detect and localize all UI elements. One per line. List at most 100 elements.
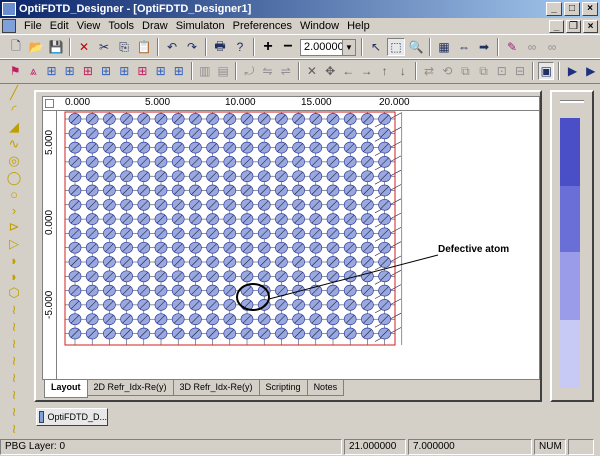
wafer-icon[interactable]: ⩓: [25, 62, 41, 80]
menu-tools[interactable]: Tools: [104, 20, 138, 32]
layer4-icon[interactable]: ⊞: [98, 62, 114, 80]
link-icon[interactable]: ∞: [523, 38, 541, 56]
maximize-button[interactable]: □: [564, 2, 580, 16]
tab-layout[interactable]: Layout: [44, 380, 88, 398]
fit-icon[interactable]: ⇔: [455, 38, 473, 56]
sbend-icon[interactable]: ∿: [5, 136, 23, 152]
shrink-icon[interactable]: ✕: [304, 62, 320, 80]
layer-icon[interactable]: ⊞: [43, 62, 59, 80]
merge-icon[interactable]: ⧉: [476, 62, 492, 80]
waveguide-icon[interactable]: ⚑: [7, 62, 23, 80]
doc-minimize-button[interactable]: _: [549, 19, 564, 33]
paste-icon[interactable]: 📋: [135, 38, 153, 56]
copy-icon[interactable]: ⎘: [115, 38, 133, 56]
save-icon[interactable]: 💾: [47, 38, 65, 56]
layer8-icon[interactable]: ⊞: [171, 62, 187, 80]
redo-icon[interactable]: ↷: [183, 38, 201, 56]
layout-canvas[interactable]: 0.000 5.000 10.000 15.000 20.000 5.000 0…: [42, 96, 540, 380]
document-tab[interactable]: OptiFDTD_D...: [36, 408, 108, 426]
unlink-icon[interactable]: ∞: [543, 38, 561, 56]
half-circle-icon[interactable]: ◗: [5, 253, 23, 268]
help-icon[interactable]: ?: [231, 38, 249, 56]
layer3-icon[interactable]: ⊞: [80, 62, 96, 80]
document-icon: [39, 411, 45, 423]
menu-window[interactable]: Window: [296, 20, 343, 32]
menu-draw[interactable]: Draw: [138, 20, 172, 32]
curve2-icon[interactable]: ≀: [5, 319, 23, 335]
tab-scripting[interactable]: Scripting: [258, 380, 308, 396]
select-icon[interactable]: ⬚: [387, 38, 405, 56]
status-layer: PBG Layer: 0: [0, 439, 342, 455]
arrow-tool-icon[interactable]: ➡: [475, 38, 493, 56]
layer6-icon[interactable]: ⊞: [134, 62, 150, 80]
magnifier-icon[interactable]: 🔍: [407, 38, 425, 56]
menu-edit[interactable]: Edit: [46, 20, 73, 32]
document-icon[interactable]: [2, 19, 16, 33]
curve3-icon[interactable]: ≀: [5, 336, 23, 352]
grid-icon[interactable]: ▦: [435, 38, 453, 56]
align-center-icon[interactable]: ▤: [215, 62, 231, 80]
tab-2d-refr-idx[interactable]: 2D Refr_Idx-Re(y): [86, 380, 174, 396]
zoom-out-icon[interactable]: −: [279, 38, 297, 56]
arc-waveguide-icon[interactable]: ◜: [5, 102, 23, 118]
close-button[interactable]: ×: [582, 2, 598, 16]
menu-simulation[interactable]: Simulaton: [172, 20, 229, 32]
rotate-icon[interactable]: ⤾: [241, 62, 257, 80]
group-icon[interactable]: ⊡: [494, 62, 510, 80]
curve5-icon[interactable]: ≀: [5, 370, 23, 386]
delete-icon[interactable]: ✕: [75, 38, 93, 56]
menu-view[interactable]: View: [73, 20, 105, 32]
curve8-icon[interactable]: ≀: [5, 421, 23, 437]
doc-close-button[interactable]: ×: [583, 19, 598, 33]
undo-icon[interactable]: ↶: [163, 38, 181, 56]
wand-icon[interactable]: ✎: [503, 38, 521, 56]
polygon-icon[interactable]: ⬡: [5, 285, 23, 301]
layer5-icon[interactable]: ⊞: [116, 62, 132, 80]
arrow-right-tool-icon[interactable]: ›: [5, 203, 23, 218]
layer7-icon[interactable]: ⊞: [153, 62, 169, 80]
run-3d-icon[interactable]: ▶: [583, 62, 599, 80]
doc-restore-button[interactable]: ❐: [566, 19, 581, 33]
run-simulation-icon[interactable]: ▶: [564, 62, 580, 80]
arrow-up-icon[interactable]: ↑: [377, 62, 393, 80]
arrow-down-icon[interactable]: ↓: [395, 62, 411, 80]
d-shape-icon[interactable]: ◗: [5, 269, 23, 284]
split-icon[interactable]: ⧉: [457, 62, 473, 80]
menu-file[interactable]: File: [20, 20, 46, 32]
align-left-icon[interactable]: ▥: [197, 62, 213, 80]
menu-preferences[interactable]: Preferences: [229, 20, 296, 32]
flip-v-icon[interactable]: ⇌: [278, 62, 294, 80]
tab-3d-refr-idx[interactable]: 3D Refr_Idx-Re(y): [172, 380, 260, 396]
curve4-icon[interactable]: ≀: [5, 353, 23, 369]
arrow-left-icon[interactable]: ←: [340, 62, 356, 80]
cut-icon[interactable]: ✂: [95, 38, 113, 56]
new-file-icon[interactable]: 🗋: [7, 38, 25, 56]
pointer-icon[interactable]: ↖: [367, 38, 385, 56]
curve7-icon[interactable]: ≀: [5, 404, 23, 420]
print-icon[interactable]: 🖶: [211, 38, 229, 56]
menu-help[interactable]: Help: [343, 20, 374, 32]
ellipse-icon[interactable]: ◯: [5, 170, 23, 186]
ring-icon[interactable]: ◎: [5, 153, 23, 169]
swap-icon[interactable]: ⇄: [421, 62, 437, 80]
layout-view-icon[interactable]: ▣: [538, 62, 555, 80]
open-folder-icon[interactable]: 📂: [27, 38, 45, 56]
flip-h-icon[interactable]: ⇋: [259, 62, 275, 80]
chevron-down-icon[interactable]: ▼: [342, 39, 355, 55]
input-plane-icon[interactable]: ⊳: [5, 219, 23, 235]
triangle-icon[interactable]: ▷: [5, 236, 23, 252]
layer2-icon[interactable]: ⊞: [62, 62, 78, 80]
curve1-icon[interactable]: ≀: [5, 302, 23, 318]
zoom-select[interactable]: 2.00000 ▼: [300, 38, 356, 56]
minimize-button[interactable]: _: [546, 2, 562, 16]
curve6-icon[interactable]: ≀: [5, 387, 23, 403]
tapered-waveguide-icon[interactable]: ◢: [5, 119, 23, 135]
expand-icon[interactable]: ✥: [322, 62, 338, 80]
rotate-shape-icon[interactable]: ⟲: [439, 62, 455, 80]
tab-notes[interactable]: Notes: [306, 380, 345, 396]
linear-waveguide-icon[interactable]: ╱: [5, 85, 23, 101]
circle-icon[interactable]: ○: [5, 187, 23, 202]
ungroup-icon[interactable]: ⊟: [512, 62, 528, 80]
zoom-in-icon[interactable]: +: [259, 38, 277, 56]
arrow-right-icon[interactable]: →: [358, 62, 374, 80]
